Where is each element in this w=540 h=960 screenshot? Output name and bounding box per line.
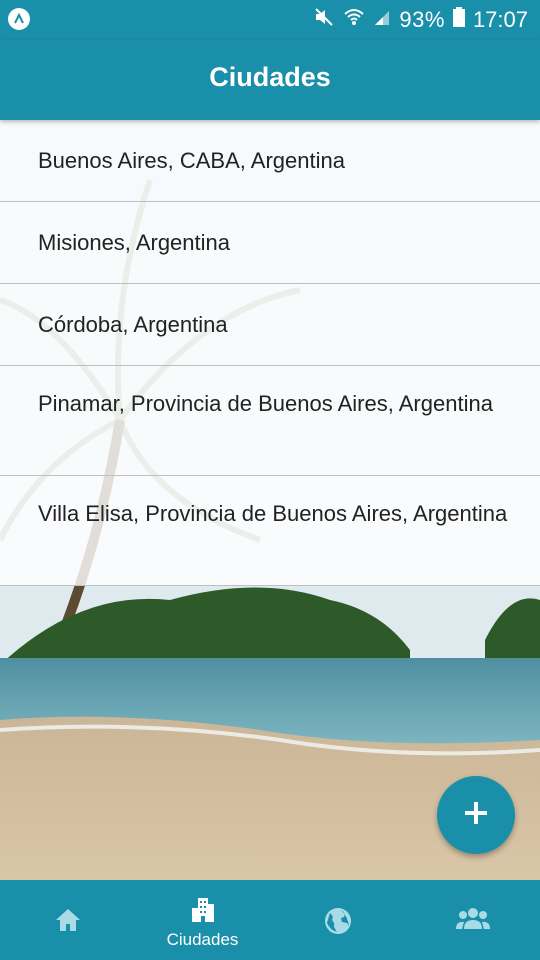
nav-home[interactable] [0,880,135,960]
city-label: Villa Elisa, Provincia de Buenos Aires, … [38,501,508,526]
list-item-city[interactable]: Buenos Aires, CABA, Argentina [0,120,540,202]
signal-icon [373,7,391,33]
nav-people[interactable] [405,880,540,960]
page-title: Ciudades [209,62,331,92]
people-icon [455,907,490,933]
city-label: Córdoba, Argentina [38,311,228,337]
list-item-city[interactable]: Córdoba, Argentina [0,284,540,366]
list-item-city[interactable]: Villa Elisa, Provincia de Buenos Aires, … [0,476,540,586]
mute-icon [313,6,335,34]
city-label: Misiones, Argentina [38,229,230,255]
home-icon [54,907,82,937]
nav-globe[interactable] [270,880,405,960]
battery-icon [452,7,465,33]
list-item-city[interactable]: Misiones, Argentina [0,202,540,284]
add-city-button[interactable] [437,776,515,854]
city-label: Buenos Aires, CABA, Argentina [38,147,345,173]
nav-ciudades[interactable]: Ciudades [135,880,270,960]
bottom-navigation: Ciudades [0,880,540,960]
city-label: Pinamar, Provincia de Buenos Aires, Arge… [38,391,493,416]
wifi-icon [343,6,365,34]
globe-icon [324,907,352,939]
city-icon [190,896,216,926]
plus-icon [464,801,488,829]
app-bar: Ciudades [0,40,540,120]
nav-label: Ciudades [166,930,239,949]
status-bar: 93% 17:07 [0,0,540,40]
list-item-city[interactable]: Pinamar, Provincia de Buenos Aires, Arge… [0,366,540,476]
battery-percent: 93% [399,7,445,32]
city-list: Buenos Aires, CABA, Argentina Misiones, … [0,120,540,586]
clock: 17:07 [472,7,528,32]
app-notification-icon [8,8,30,30]
